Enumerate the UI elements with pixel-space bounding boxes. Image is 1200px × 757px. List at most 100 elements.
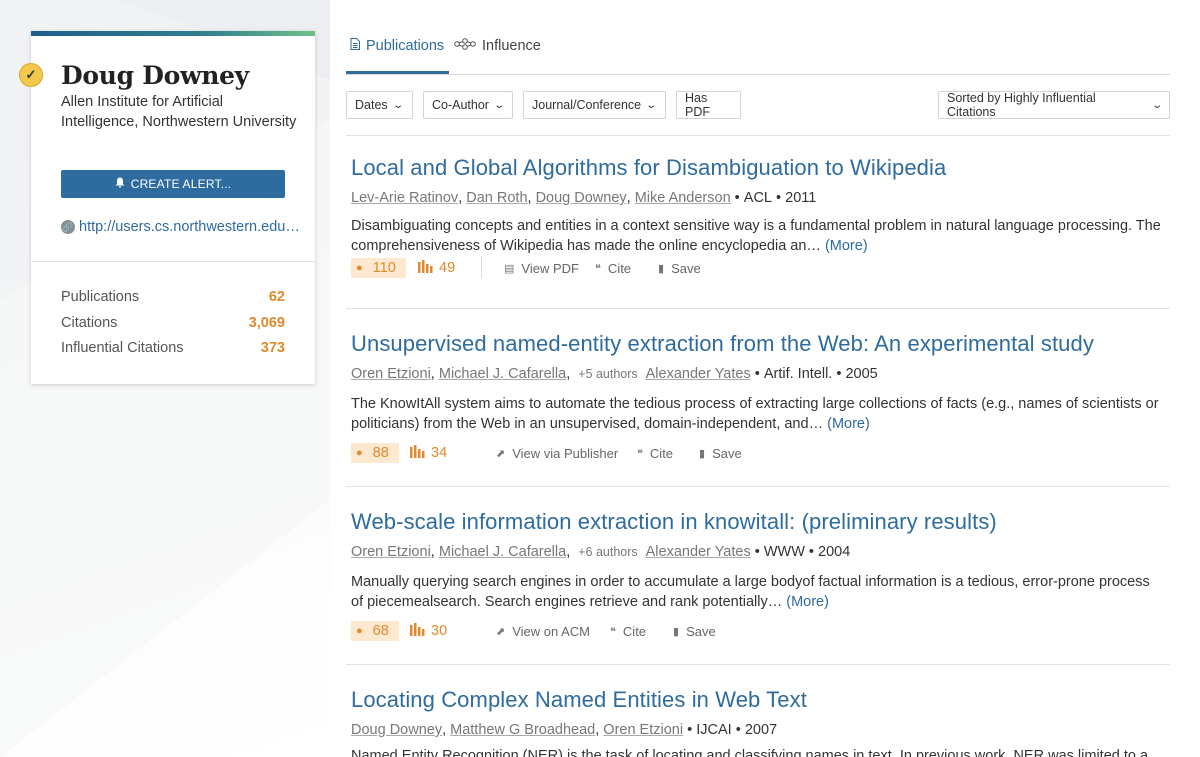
citation-count: 34: [431, 445, 448, 461]
tab-publications[interactable]: Publications: [350, 38, 444, 74]
paper-abstract: The KnowItAll system aims to automate th…: [351, 395, 1161, 434]
tab-influence[interactable]: Influence: [454, 38, 541, 74]
result-divider: [346, 308, 1170, 309]
author-link[interactable]: Oren Etzioni: [351, 366, 431, 382]
bookmark-icon: ▮: [699, 447, 706, 460]
tab-publications-label: Publications: [366, 38, 445, 54]
more-authors-toggle[interactable]: +5 authors: [578, 367, 637, 381]
save-button[interactable]: ▮ Save: [699, 443, 742, 463]
author-link[interactable]: Oren Etzioni: [603, 722, 683, 738]
citation-count: 49: [439, 260, 456, 276]
coauthor-filter-label: Co-Author: [432, 98, 489, 112]
paper-venue: WWW: [763, 544, 805, 560]
document-icon: [350, 38, 360, 54]
view-publisher-button[interactable]: ⬈ View via Publisher: [496, 443, 618, 463]
external-link-icon: ⬈: [496, 447, 506, 460]
paper-year: 2004: [818, 544, 851, 560]
bar-chart-icon: [410, 444, 425, 462]
author-link[interactable]: Oren Etzioni: [351, 544, 431, 560]
has-pdf-filter[interactable]: Has PDF: [676, 91, 741, 119]
paper-venue: ACL: [743, 190, 772, 206]
more-link[interactable]: (More): [825, 238, 868, 254]
dates-filter-label: Dates: [355, 98, 388, 112]
homepage-link[interactable]: 🔗 http://users.cs.northwestern.edu/~ddow…: [61, 219, 301, 235]
abstract-text: Disambiguating concepts and entities in …: [351, 218, 1161, 254]
filters-divider: [346, 135, 1170, 136]
paper-title[interactable]: Unsupervised named-entity extraction fro…: [351, 331, 1094, 357]
cite-button[interactable]: ❝ Cite: [610, 621, 646, 641]
author-link[interactable]: Alexander Yates: [646, 544, 751, 560]
influential-citations-badge[interactable]: ● 68: [351, 621, 399, 641]
author-link[interactable]: Mike Anderson: [635, 190, 731, 206]
stat-label: Influential Citations: [61, 340, 184, 356]
quote-icon: ❝: [637, 447, 643, 460]
paper-abstract: Named Entity Recognition (NER) is the ta…: [351, 747, 1161, 757]
paper-actions: ● 68 30 ⬈ View on ACM ❝ Cite ▮ Save: [351, 621, 1161, 643]
has-pdf-filter-label: Has PDF: [685, 91, 710, 119]
author-link[interactable]: Doug Downey: [536, 190, 627, 206]
bell-icon: [115, 177, 125, 191]
stat-value: 62: [268, 289, 285, 305]
paper-abstract: Manually querying search engines in orde…: [351, 573, 1161, 612]
author-link[interactable]: Lev-Arie Ratinov: [351, 190, 458, 206]
chevron-down-icon: ⌄: [493, 99, 506, 111]
tab-influence-label: Influence: [482, 38, 541, 54]
paper-meta: Lev-Arie Ratinov, Dan Roth, Doug Downey,…: [351, 190, 817, 206]
paper-year: 2005: [845, 366, 878, 382]
citation-count: 30: [431, 623, 448, 639]
author-link[interactable]: Dan Roth: [466, 190, 527, 206]
paper-venue: IJCAI: [696, 722, 732, 738]
save-button[interactable]: ▮ Save: [673, 621, 716, 641]
paper-actions: ● 88 34 ⬈ View via Publisher ❝ Cite ▮ Sa…: [351, 443, 1161, 465]
author-link[interactable]: Doug Downey: [351, 722, 442, 738]
paper-venue: Artif. Intell.: [763, 366, 833, 382]
stat-value: 373: [260, 340, 285, 356]
pdf-icon: ▤: [504, 262, 515, 275]
coauthor-filter[interactable]: Co-Author ⌄: [423, 91, 513, 119]
more-link[interactable]: (More): [827, 416, 870, 432]
author-link[interactable]: Alexander Yates: [646, 366, 751, 382]
chevron-down-icon: ⌄: [391, 99, 404, 111]
filter-bar: Dates ⌄ Co-Author ⌄ Journal/Conference ⌄…: [346, 91, 1170, 119]
author-card: ✓ Doug Downey Allen Institute for Artifi…: [19, 31, 315, 384]
paper-title[interactable]: Web-scale information extraction in know…: [351, 509, 997, 535]
influential-citations-badge[interactable]: ● 110: [351, 258, 406, 278]
influential-count: 88: [372, 445, 389, 461]
paper-meta: Oren Etzioni, Michael J. Cafarella, +5 a…: [351, 366, 878, 382]
more-authors-toggle[interactable]: +6 authors: [578, 545, 637, 559]
lightbulb-icon: ●: [356, 262, 363, 274]
influential-citations-badge[interactable]: ● 88: [351, 443, 399, 463]
influential-count: 110: [372, 260, 396, 276]
author-link[interactable]: Matthew G Broadhead: [450, 722, 595, 738]
view-label: View PDF: [521, 260, 579, 276]
dates-filter[interactable]: Dates ⌄: [346, 91, 413, 119]
author-link[interactable]: Michael J. Cafarella: [439, 544, 566, 560]
paper-title[interactable]: Local and Global Algorithms for Disambig…: [351, 155, 946, 181]
venue-filter[interactable]: Journal/Conference ⌄: [523, 91, 666, 119]
lightbulb-icon: ●: [356, 447, 363, 459]
view-label: View via Publisher: [512, 445, 619, 461]
stat-value: 3,069: [248, 314, 285, 331]
abstract-text: The KnowItAll system aims to automate th…: [351, 396, 1159, 432]
sort-select[interactable]: Sorted by Highly Influential Citations ⌄: [938, 91, 1170, 119]
cite-button[interactable]: ❝ Cite: [595, 258, 631, 278]
cite-button[interactable]: ❝ Cite: [637, 443, 673, 463]
paper-actions: ● 110 49 ▤ View PDF ❝ Cite ▮ Save: [351, 256, 1161, 280]
save-button[interactable]: ▮ Save: [658, 258, 701, 278]
chevron-down-icon: ⌄: [645, 99, 658, 111]
citations-badge[interactable]: 34: [410, 443, 447, 463]
citations-badge[interactable]: 30: [410, 621, 447, 641]
bookmark-icon: ▮: [658, 262, 665, 275]
create-alert-button[interactable]: CREATE ALERT...: [61, 170, 285, 198]
more-link[interactable]: (More): [786, 594, 829, 610]
paper-year: 2007: [744, 722, 778, 738]
paper-title[interactable]: Locating Complex Named Entities in Web T…: [351, 687, 807, 713]
venue-filter-label: Journal/Conference: [532, 98, 642, 112]
view-pdf-button[interactable]: ▤ View PDF: [504, 258, 579, 278]
globe-icon: 🔗: [61, 220, 75, 234]
author-link[interactable]: Michael J. Cafarella: [439, 366, 566, 382]
cite-label: Cite: [622, 623, 647, 639]
citations-badge[interactable]: 49: [418, 258, 455, 278]
view-acm-button[interactable]: ⬈ View on ACM: [496, 621, 590, 641]
influential-count: 68: [372, 623, 389, 639]
